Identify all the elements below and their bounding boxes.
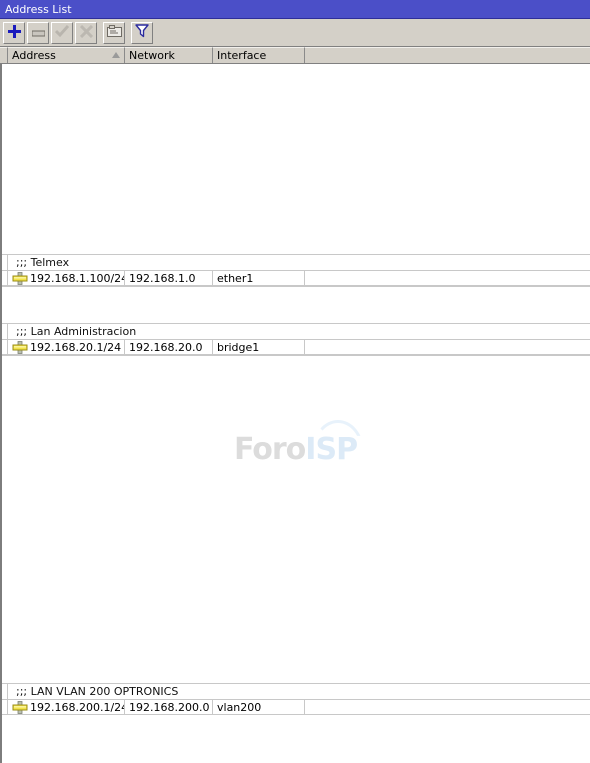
table-row[interactable]: 192.168.1.100/24 192.168.1.0 ether1 — [2, 271, 590, 286]
cell-address[interactable]: 192.168.200.1/24 — [8, 700, 125, 714]
table-row[interactable]: 192.168.20.1/24 192.168.20.0 bridge1 — [2, 340, 590, 355]
cell-address-text: 192.168.20.1/24 — [30, 340, 122, 354]
filter-button[interactable] — [131, 21, 153, 44]
minus-icon — [31, 25, 45, 40]
cell-blank[interactable] — [305, 340, 590, 354]
disable-button[interactable] — [75, 21, 97, 44]
grid-empty-space[interactable] — [2, 64, 590, 254]
funnel-icon — [135, 24, 149, 41]
add-button[interactable] — [3, 21, 25, 44]
cell-address[interactable]: 192.168.20.1/24 — [8, 340, 125, 354]
column-header-blank[interactable] — [305, 47, 590, 63]
cell-network[interactable]: 192.168.20.0 — [125, 340, 213, 354]
address-list-grid[interactable]: ;;; Telmex 192.168.1.100/24 192.168.1.0 eth… — [0, 64, 590, 763]
sort-ascending-icon — [112, 52, 120, 58]
window-title: Address List — [5, 3, 72, 16]
comment-icon — [106, 24, 122, 41]
column-header-interface-label: Interface — [217, 49, 267, 62]
comment-button[interactable] — [103, 21, 125, 44]
table-row[interactable]: 192.168.200.1/24 192.168.200.0 vlan200 — [2, 700, 590, 715]
address-plug-icon — [12, 700, 28, 714]
comment-row[interactable]: ;;; LAN VLAN 200 OPTRONICS — [2, 683, 590, 700]
address-plug-icon — [12, 271, 28, 285]
cell-network[interactable]: 192.168.200.0 — [125, 700, 213, 714]
column-header-network-label: Network — [129, 49, 175, 62]
column-header-interface[interactable]: Interface — [213, 47, 305, 63]
comment-row[interactable]: ;;; Lan Administracion — [2, 323, 590, 340]
grid-empty-space[interactable] — [2, 715, 590, 743]
window-titlebar: Address List — [0, 0, 590, 19]
column-header-network[interactable]: Network — [125, 47, 213, 63]
address-list-window: Address List Address Network Interface ;… — [0, 0, 590, 763]
column-header-address[interactable]: Address — [8, 47, 125, 63]
grid-empty-space[interactable] — [2, 286, 590, 323]
cell-network[interactable]: 192.168.1.0 — [125, 271, 213, 285]
comment-text: ;;; Telmex — [16, 256, 70, 269]
column-header-address-label: Address — [12, 49, 56, 62]
cell-address-text: 192.168.1.100/24 — [30, 271, 125, 285]
cell-interface[interactable]: ether1 — [213, 271, 305, 285]
table-header: Address Network Interface — [0, 47, 590, 64]
address-plug-icon — [12, 340, 28, 354]
comment-text: ;;; Lan Administracion — [16, 325, 137, 338]
enable-button[interactable] — [51, 21, 73, 44]
plus-icon — [7, 24, 21, 41]
comment-text: ;;; LAN VLAN 200 OPTRONICS — [16, 685, 179, 698]
cell-blank[interactable] — [305, 271, 590, 285]
cross-icon — [79, 24, 93, 41]
cell-address[interactable]: 192.168.1.100/24 — [8, 271, 125, 285]
column-header-flag[interactable] — [0, 47, 8, 63]
check-icon — [54, 24, 70, 41]
cell-interface[interactable]: vlan200 — [213, 700, 305, 714]
toolbar — [0, 19, 590, 47]
cell-address-text: 192.168.200.1/24 — [30, 700, 125, 714]
cell-blank[interactable] — [305, 700, 590, 714]
remove-button[interactable] — [27, 21, 49, 44]
grid-empty-space[interactable] — [2, 355, 590, 683]
comment-row[interactable]: ;;; Telmex — [2, 254, 590, 271]
cell-interface[interactable]: bridge1 — [213, 340, 305, 354]
